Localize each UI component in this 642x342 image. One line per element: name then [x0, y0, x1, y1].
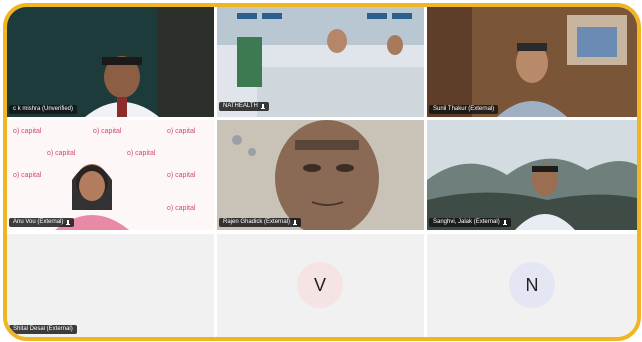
participant-name: c k mishra (Unverified)	[13, 106, 74, 112]
participant-tile-5[interactable]: Rajen Ghadick (External)	[217, 120, 424, 230]
participant-name: Rajen Ghadick (External)	[223, 219, 291, 225]
participant-name: Sanghvi, Jalak (External)	[433, 219, 500, 225]
participant-tile-7[interactable]: Shital Desai (External)	[7, 234, 214, 337]
participant-name-chip: Rajen Ghadick (External)	[219, 218, 302, 227]
microphone-off-icon	[502, 219, 507, 225]
participant-name: Shital Desai (External)	[13, 326, 73, 332]
participant-tile-1[interactable]: c k mishra (Unverified)	[7, 7, 214, 117]
avatar-letter: V	[313, 274, 326, 295]
participant-video	[427, 120, 637, 230]
microphone-off-icon	[66, 219, 71, 225]
microphone-off-icon	[293, 219, 298, 225]
participant-name-chip: Shital Desai (External)	[9, 325, 77, 334]
participant-name: Anu Vou (External)	[13, 219, 64, 225]
participant-name: NATHEALTH	[223, 103, 258, 109]
participant-name-chip: Anu Vou (External)	[9, 218, 75, 227]
avatar-letter: N	[525, 274, 539, 295]
participant-tile-4[interactable]: o) capital o) capital o) capital o) capi…	[7, 120, 214, 230]
participant-grid: c k mishra (Unverified) NATHEALTH Sunil …	[7, 7, 637, 337]
participant-name-chip: c k mishra (Unverified)	[9, 105, 78, 114]
participant-name-chip: Sunil Thakur (External)	[429, 105, 499, 114]
participant-video	[7, 7, 214, 117]
participant-name: Sunil Thakur (External)	[433, 106, 495, 112]
participant-avatar: N	[509, 262, 555, 308]
participant-tile-8[interactable]: V	[217, 234, 424, 337]
participant-tile-2[interactable]: NATHEALTH	[217, 7, 424, 117]
microphone-off-icon	[260, 103, 265, 109]
participant-name-chip: NATHEALTH	[219, 102, 269, 111]
participant-video	[427, 7, 637, 117]
participant-avatar: V	[297, 262, 343, 308]
participant-video	[217, 120, 424, 230]
participant-video	[217, 7, 424, 117]
participant-tile-6[interactable]: Sanghvi, Jalak (External)	[427, 120, 637, 230]
participant-tile-9[interactable]: N	[427, 234, 637, 337]
participant-tile-3[interactable]: Sunil Thakur (External)	[427, 7, 637, 117]
participant-name-chip: Sanghvi, Jalak (External)	[429, 218, 511, 227]
participant-video	[55, 164, 129, 230]
video-call-frame: c k mishra (Unverified) NATHEALTH Sunil …	[3, 3, 641, 341]
